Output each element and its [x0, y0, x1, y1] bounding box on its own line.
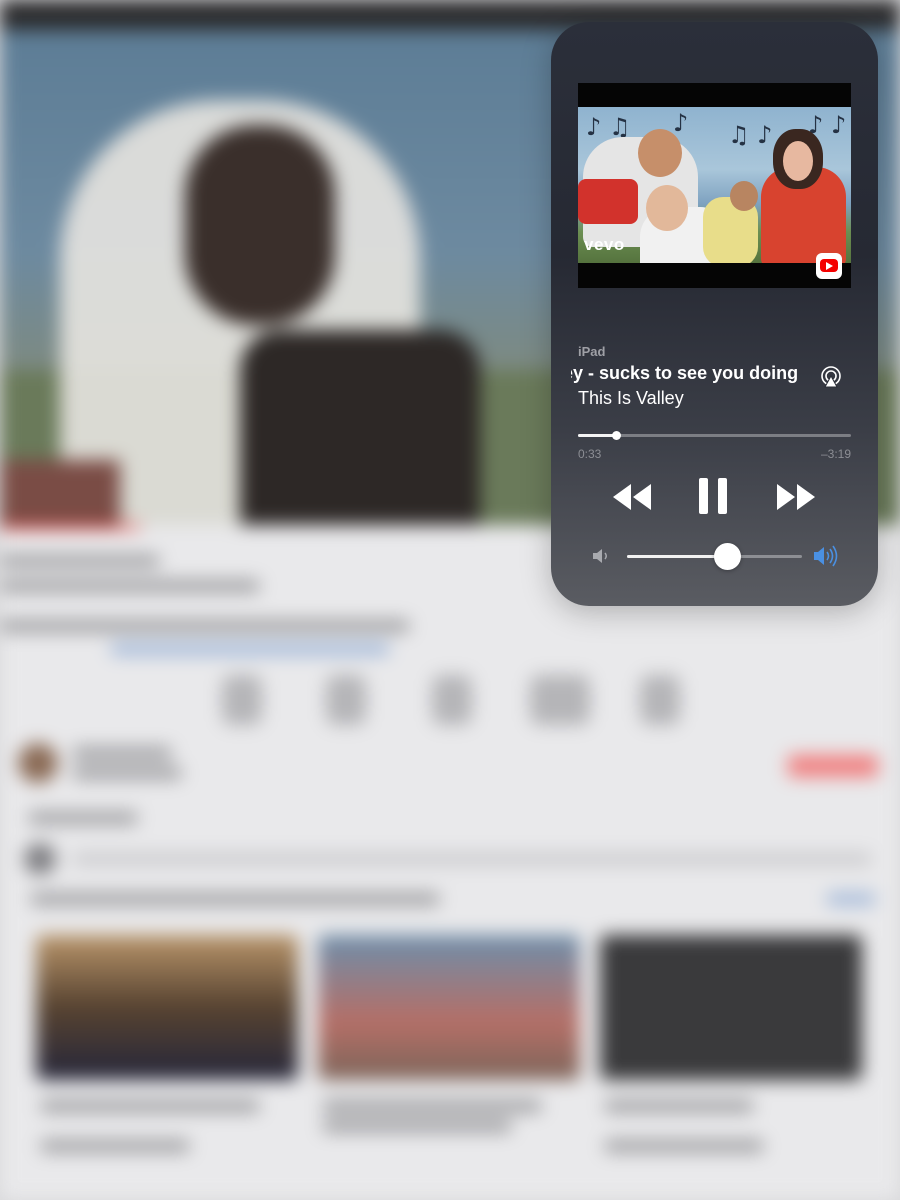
bg-red-block [0, 460, 120, 525]
bg-progress-line [0, 525, 140, 529]
person-figure [638, 129, 682, 177]
bg-video-thumbnail [318, 935, 580, 1080]
bg-link-line [110, 643, 390, 655]
bg-text-line [72, 747, 172, 759]
volume-low-icon [593, 549, 607, 563]
remaining-time: –3:19 [820, 447, 851, 461]
person-figure [578, 179, 638, 224]
bg-figure-arm [240, 330, 480, 525]
progress-bar[interactable] [578, 431, 851, 440]
bg-action-button [640, 675, 680, 725]
bg-comment-avatar [24, 843, 56, 875]
volume-high-icon [814, 545, 838, 567]
bg-action-button [326, 675, 366, 725]
bg-text-line [604, 1100, 754, 1112]
bg-action-button [530, 675, 590, 725]
bg-action-button [432, 675, 472, 725]
bg-link-line [826, 893, 876, 905]
bg-text-line [322, 1120, 512, 1132]
progress-scrubber[interactable] [612, 431, 622, 440]
bg-video-thumbnail [600, 935, 862, 1080]
bg-text-line [40, 1100, 260, 1112]
bg-figure-head [185, 125, 335, 325]
bg-text-line [0, 555, 160, 567]
person-figure [783, 141, 813, 181]
background-page [0, 525, 900, 1200]
pause-icon[interactable] [697, 477, 729, 515]
bg-video-thumbnail [36, 935, 298, 1080]
artist-name: This Is Valley [578, 388, 684, 408]
volume-slider[interactable] [627, 543, 802, 570]
rewind-icon[interactable] [611, 482, 653, 512]
video-artwork[interactable]: ♪ ♫ ♪ ♫ ♪ ♪ ♪ vevo [578, 83, 851, 288]
doodle-music-notes: ♫ ♪ [728, 121, 773, 149]
bg-text-line [0, 620, 410, 632]
person-figure [646, 185, 688, 231]
doodle-music-notes: ♪ [673, 109, 689, 137]
track-title: ey - sucks to see you doing [571, 363, 799, 383]
track-title-marquee: ey - sucks to see you doing [571, 362, 816, 388]
volume-knob[interactable] [713, 543, 741, 570]
bg-text-line [40, 1140, 190, 1152]
video-frame: ♪ ♫ ♪ ♫ ♪ ♪ ♪ vevo [578, 107, 851, 263]
bg-subscribe-button [788, 755, 878, 777]
person-figure [730, 181, 758, 211]
bg-comment-field [72, 853, 872, 865]
youtube-icon [816, 253, 842, 279]
now-playing-card: ♪ ♫ ♪ ♫ ♪ ♪ ♪ vevo iPad ey - sucks to se… [551, 22, 878, 606]
vevo-watermark: vevo [584, 235, 625, 254]
bg-text-line [604, 1140, 764, 1152]
bg-action-button [222, 675, 262, 725]
bg-text-line [28, 812, 138, 824]
bg-text-line [0, 580, 260, 592]
volume-fill [627, 555, 727, 558]
bg-text-line [30, 893, 440, 905]
elapsed-time: 0:33 [578, 447, 602, 461]
fast-forward-icon[interactable] [775, 482, 817, 512]
bg-text-line [322, 1100, 542, 1112]
youtube-icon-play [826, 262, 833, 270]
bg-text-line [72, 767, 182, 779]
progress-fill [578, 434, 617, 437]
device-label: iPad [578, 344, 606, 359]
airplay-icon[interactable] [819, 365, 843, 389]
bg-channel-avatar [18, 743, 58, 783]
